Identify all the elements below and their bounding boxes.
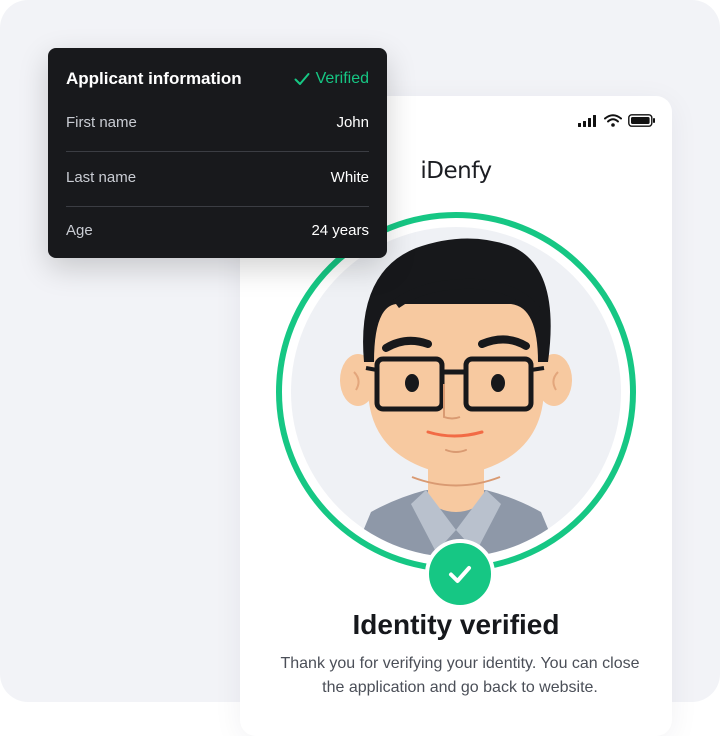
- divider: [66, 151, 369, 152]
- row-label: Age: [66, 222, 93, 239]
- info-row-first-name: First name John: [66, 114, 369, 131]
- avatar-illustration: [276, 212, 636, 572]
- verified-label: Verified: [315, 70, 369, 87]
- applicant-info-card: Applicant information Verified First nam…: [48, 48, 387, 258]
- status-bar: [578, 114, 656, 127]
- page-title: Identity verified: [352, 609, 560, 640]
- battery-icon: [628, 114, 655, 127]
- signal-icon: [578, 114, 596, 127]
- info-row-last-name: Last name White: [66, 169, 369, 186]
- card-header: Applicant information Verified: [66, 68, 369, 90]
- verified-badge: [425, 539, 495, 609]
- verified-status: Verified: [294, 70, 369, 88]
- card-title: Applicant information: [66, 69, 242, 88]
- description-text: Thank you for verifying your identity. Y…: [280, 655, 640, 696]
- check-icon: [449, 566, 471, 583]
- row-value: 24 years: [311, 222, 369, 239]
- wifi-icon: [604, 114, 622, 127]
- check-icon: [294, 73, 310, 85]
- row-value: John: [336, 114, 369, 131]
- row-label: Last name: [66, 169, 137, 186]
- divider: [66, 206, 369, 207]
- info-row-age: Age 24 years: [66, 222, 369, 239]
- row-value: White: [330, 169, 369, 186]
- row-label: First name: [66, 114, 137, 131]
